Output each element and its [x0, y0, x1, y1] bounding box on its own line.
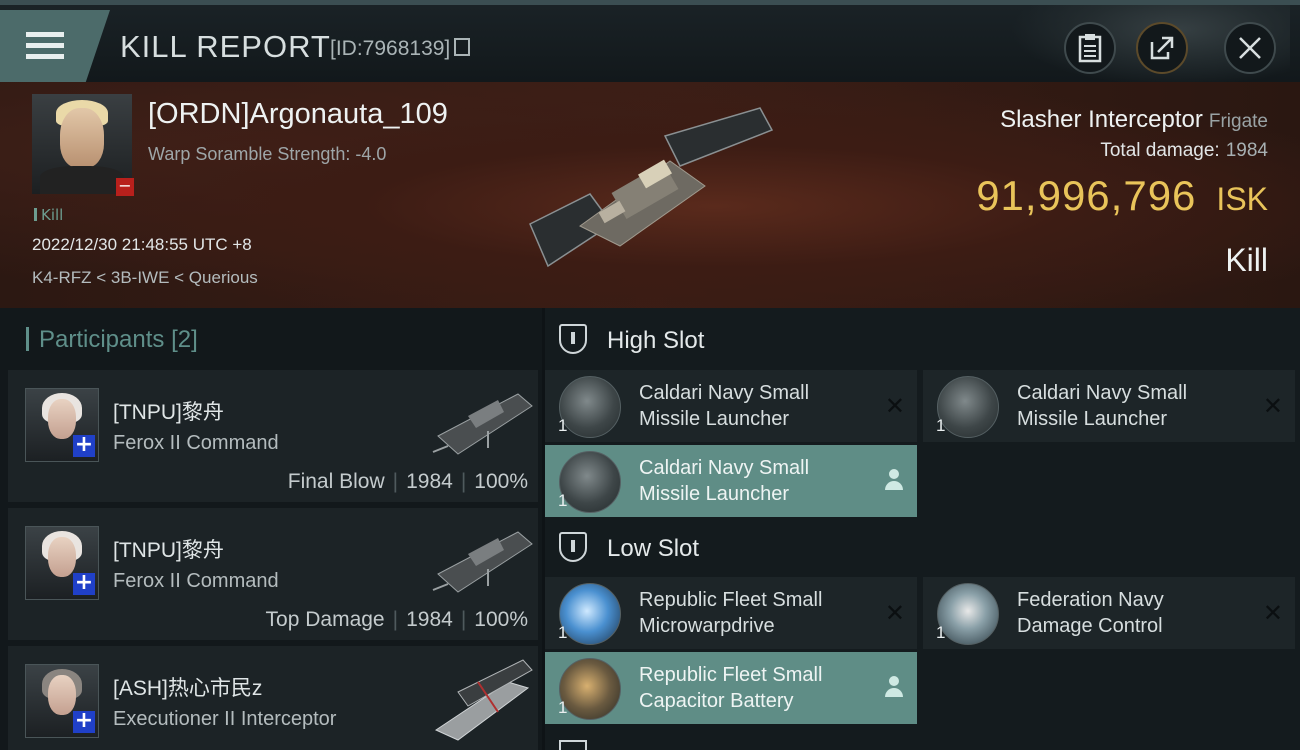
close-button[interactable] [1224, 22, 1276, 74]
participant-row[interactable]: + [TNPU]黎舟 Ferox II Command Top Damage | 1… [8, 508, 538, 640]
plus-badge-icon: + [73, 708, 95, 733]
participant-stats: Top Damage | 1984 | 100% [265, 608, 528, 631]
module-name: Caldari Navy Small Missile Launcher [639, 457, 810, 505]
kill-location: K4-RFZ < 3B-IWE < Querious [32, 268, 258, 287]
isk-unit: ISK [1216, 181, 1268, 217]
kill-tag-text: Kill [41, 206, 64, 224]
isk-amount: 91,996,796 [976, 172, 1197, 219]
participant-ship: Ferox II Command [113, 570, 279, 592]
participant-name: [TNPU]黎舟 [113, 539, 224, 562]
victim-ship-image [529, 107, 774, 268]
stat-damage: 1984 [406, 608, 453, 631]
plus-badge-icon: + [73, 570, 95, 595]
module-name: Caldari Navy Small Missile Launcher [1017, 382, 1188, 430]
share-button[interactable] [1136, 22, 1188, 74]
total-damage-label: Total damage: [1100, 140, 1220, 161]
participant-ship-image [432, 393, 533, 455]
module-item[interactable]: 1 Federation Navy Damage Control ✕ [923, 577, 1295, 649]
stat-percent: 100% [474, 470, 528, 493]
participant-name: [TNPU]黎舟 [113, 401, 224, 424]
participants-title: Participants [39, 326, 165, 353]
module-item[interactable]: 1 Caldari Navy Small Missile Launcher ✕ [545, 370, 917, 442]
dropped-person-icon [885, 676, 903, 698]
close-icon [1239, 37, 1261, 59]
participant-name: [ASH]热心市民z [113, 677, 263, 700]
total-damage: Total damage: 1984 [1100, 140, 1268, 162]
module-quantity: 1 [558, 698, 568, 717]
next-slot-header-partial [559, 740, 859, 750]
module-quantity: 1 [558, 491, 568, 510]
capacitor-battery-icon [559, 658, 621, 720]
low-slot-title: Low Slot [607, 535, 700, 562]
module-item[interactable]: 1 Caldari Navy Small Missile Launcher ✕ [923, 370, 1295, 442]
missile-launcher-icon [559, 376, 621, 438]
damage-control-icon [937, 583, 999, 645]
victim-summary: − [ORDN]Argonauta_109 Warp Soramble Stre… [0, 82, 1300, 308]
copy-icon[interactable] [454, 38, 471, 56]
participants-panel: Participants [2] + [TNPU]黎舟 Ferox II Com… [0, 308, 542, 750]
module-quantity: 1 [558, 416, 568, 435]
module-item[interactable]: 1 Caldari Navy Small Missile Launcher [545, 445, 917, 517]
low-slot-header: Low Slot [559, 532, 699, 563]
missile-launcher-icon [937, 376, 999, 438]
kill-timestamp: 2022/12/30 21:48:55 UTC +8 [32, 235, 252, 254]
stat-label: Final Blow [287, 470, 385, 493]
participant-row[interactable]: + [TNPU]黎舟 Ferox II Command Final Blow | 1… [8, 370, 538, 502]
destroyed-icon: ✕ [1262, 392, 1283, 420]
fitting-panel: High Slot 1 Caldari Navy Small Missile L… [545, 308, 1300, 750]
plus-badge-icon: + [73, 432, 95, 457]
kill-tag: Kill [34, 206, 63, 224]
high-slot-header: High Slot [559, 324, 704, 355]
stat-damage: 1984 [406, 470, 453, 493]
participant-stats: Final Blow | 1984 | 100% [287, 470, 528, 493]
module-name: Federation Navy Damage Control [1017, 589, 1164, 637]
participants-count: [2] [171, 326, 198, 353]
victim-badge-icon: − [116, 178, 134, 196]
total-damage-value: 1984 [1225, 140, 1268, 161]
share-icon [1150, 36, 1174, 60]
module-name: Caldari Navy Small Missile Launcher [639, 382, 810, 430]
participants-header: Participants [2] [26, 326, 198, 354]
participant-ship: Executioner II Interceptor [113, 708, 337, 730]
warp-scramble-strength: Warp Soramble Strength: -4.0 [148, 144, 387, 164]
ship-name[interactable]: Slasher Interceptor [1000, 106, 1203, 133]
header-bar: KILL REPORT [ID:7968139] [0, 0, 1300, 87]
kill-id-text: [ID:7968139] [330, 37, 451, 60]
ship-class: Frigate [1208, 111, 1268, 132]
stat-percent: 100% [474, 608, 528, 631]
module-quantity: 1 [936, 623, 946, 642]
hamburger-icon [26, 32, 64, 62]
stat-label: Top Damage [265, 608, 385, 631]
missile-launcher-icon [559, 451, 621, 513]
victim-name[interactable]: [ORDN]Argonauta_109 [148, 98, 448, 131]
participant-ship-image [432, 531, 533, 593]
participant-ship: Ferox II Command [113, 432, 279, 454]
kill-id[interactable]: [ID:7968139] [330, 37, 471, 61]
participant-ship-image [434, 659, 533, 741]
module-name: Republic Fleet Small Capacitor Battery [639, 664, 823, 712]
dropped-person-icon [885, 469, 903, 491]
module-item[interactable]: 1 Republic Fleet Small Microwarpdrive ✕ [545, 577, 917, 649]
destroyed-icon: ✕ [884, 392, 905, 420]
victim-ship-type: Slasher Interceptor Frigate [1000, 106, 1268, 134]
destroyed-icon: ✕ [1262, 599, 1283, 627]
microwarpdrive-icon [559, 583, 621, 645]
destroyed-icon: ✕ [884, 599, 905, 627]
kill-result: Kill [1225, 242, 1268, 278]
module-quantity: 1 [936, 416, 946, 435]
module-name: Republic Fleet Small Microwarpdrive [639, 589, 823, 637]
high-slot-title: High Slot [607, 327, 705, 354]
high-slot-icon [559, 324, 587, 354]
module-quantity: 1 [558, 623, 568, 642]
page-title: KILL REPORT [120, 29, 331, 64]
menu-button[interactable] [0, 10, 110, 82]
isk-value: 91,996,796 ISK [976, 172, 1268, 220]
low-slot-icon [559, 532, 587, 562]
module-item[interactable]: 1 Republic Fleet Small Capacitor Battery [545, 652, 917, 724]
clipboard-icon [1078, 34, 1102, 63]
clipboard-button[interactable] [1064, 22, 1116, 74]
participant-row[interactable]: + [ASH]热心市民z Executioner II Interceptor [8, 646, 538, 750]
